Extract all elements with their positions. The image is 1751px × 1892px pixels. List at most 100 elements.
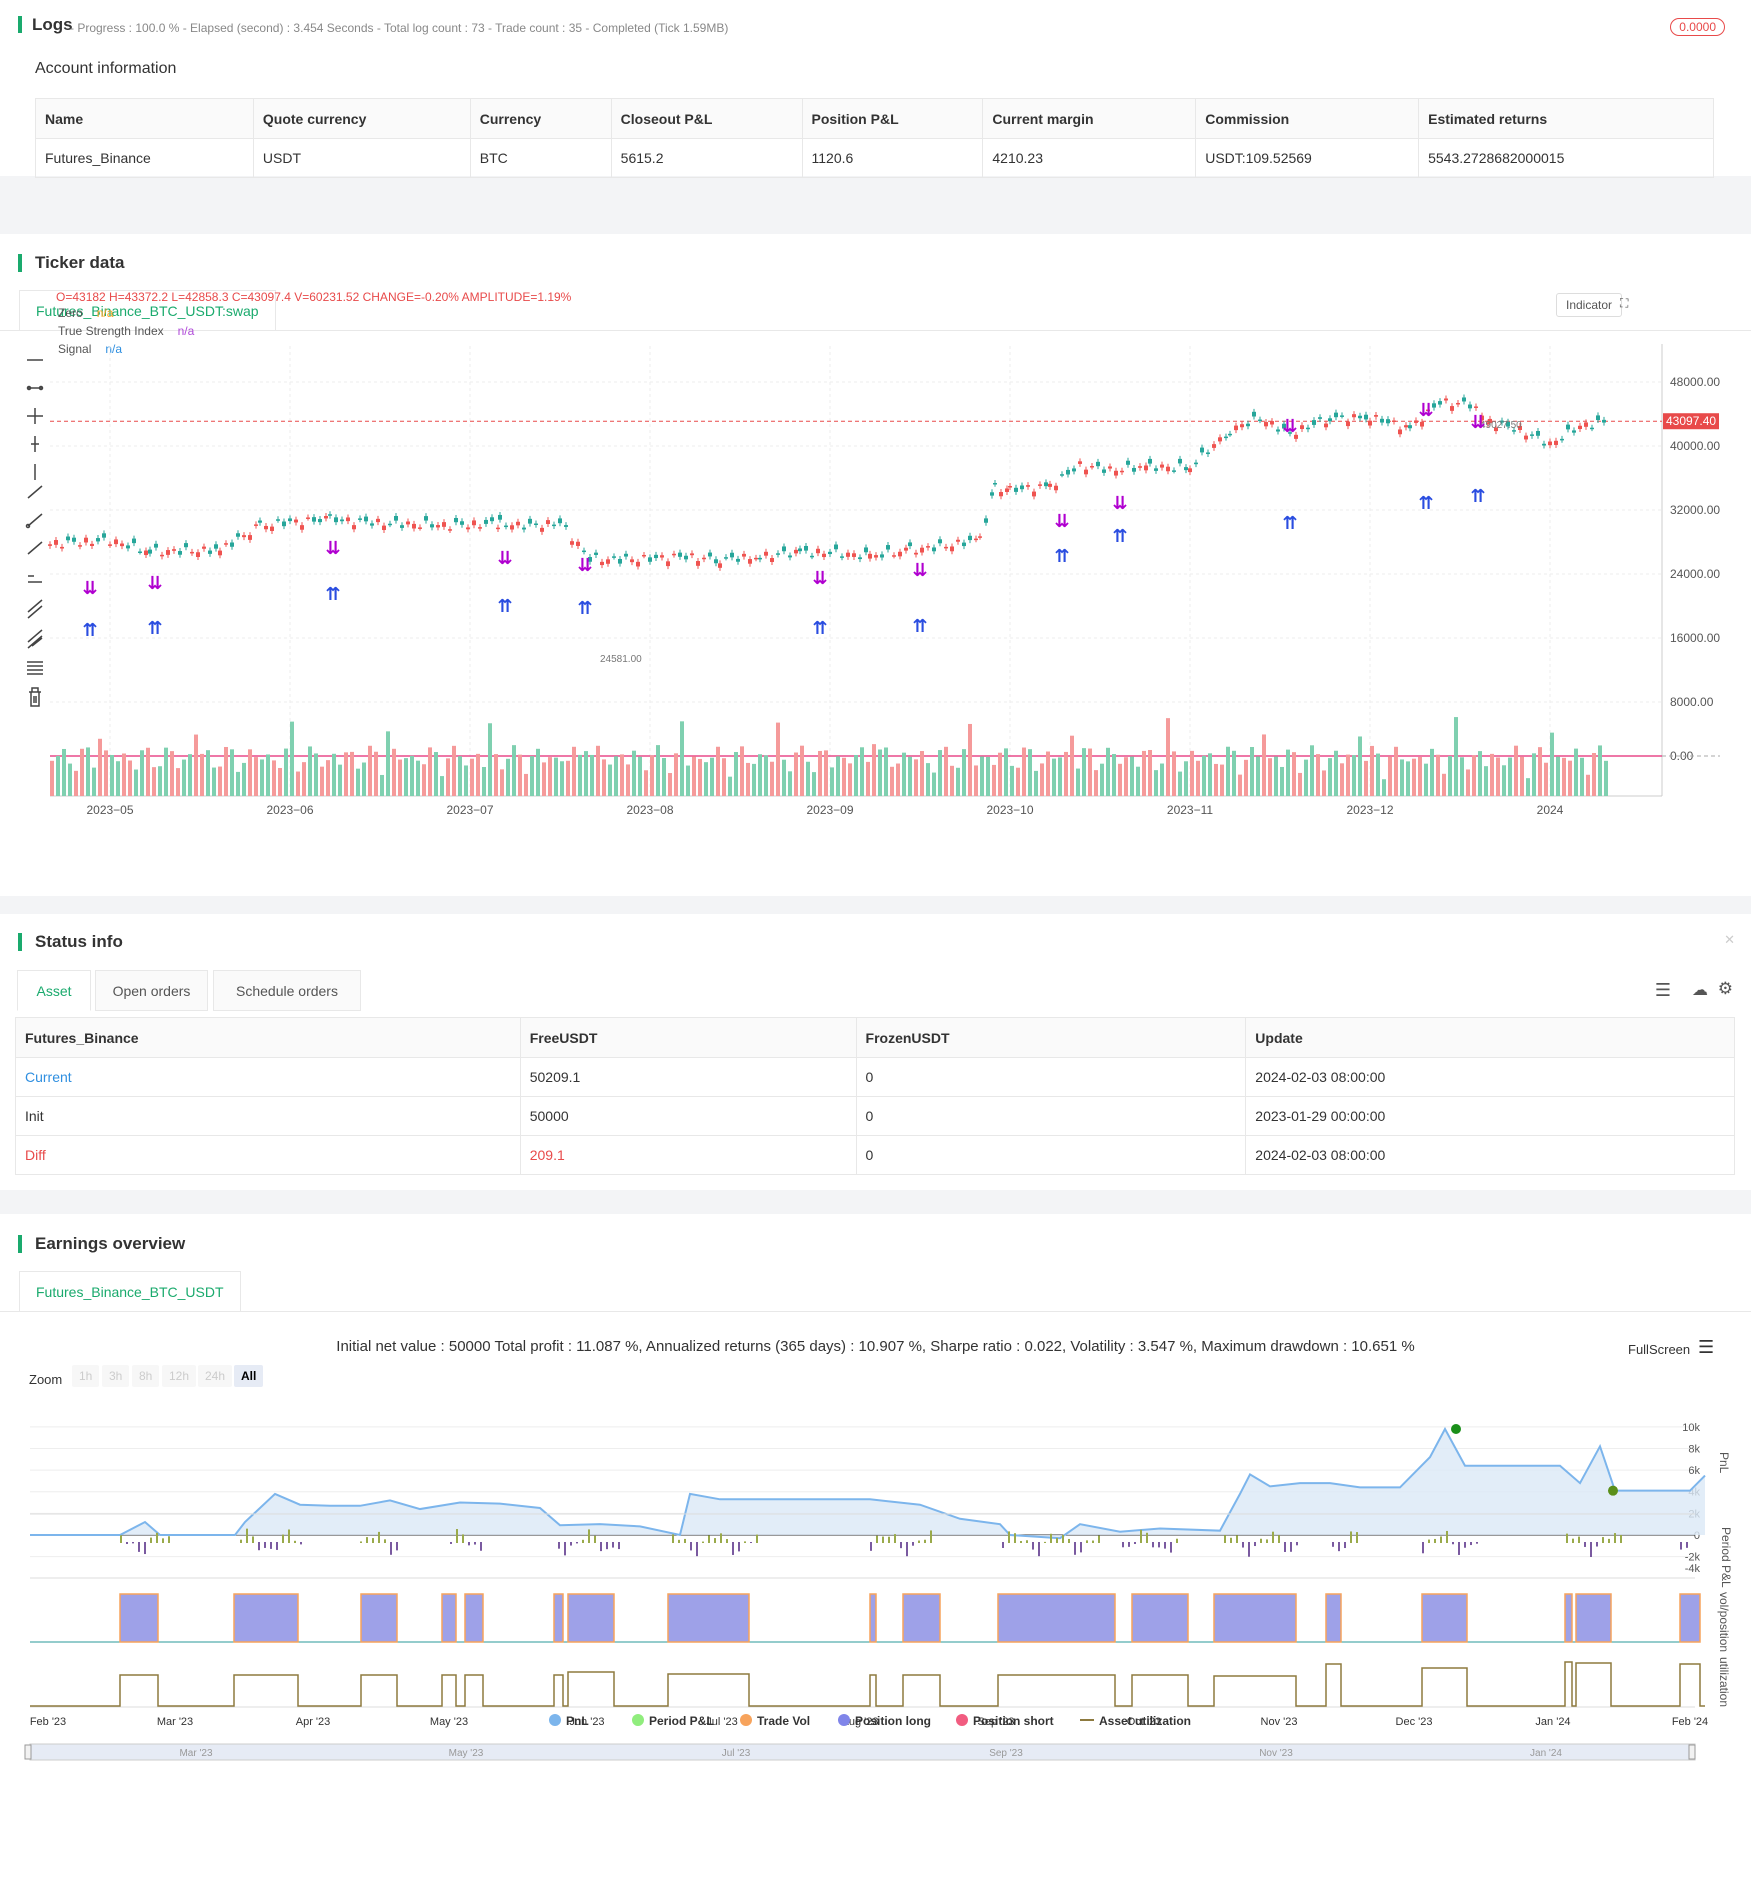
account-cell: 5543.2728682000015 <box>1418 138 1714 178</box>
volume-bar <box>146 747 150 796</box>
ticker-title: Ticker data <box>18 254 124 272</box>
zoom-12h[interactable]: 12h <box>162 1365 197 1387</box>
period-bar <box>726 1539 728 1543</box>
candle <box>990 492 994 496</box>
candle <box>1212 444 1216 448</box>
volume-bar <box>1202 755 1206 796</box>
zoom-3h[interactable]: 3h <box>102 1365 130 1387</box>
volume-bar <box>1220 764 1224 796</box>
earnings-chart[interactable]: 10k8k6k4k2k0-2kPnLPeriod P&L-4kvol/posit… <box>0 1392 1751 1892</box>
fullscreen-button[interactable]: FullScreen <box>1628 1342 1690 1357</box>
volume-bar <box>1196 760 1200 796</box>
volume-bar <box>728 776 732 796</box>
price-chart[interactable]: 56000.0048000.0040000.0032000.0024000.00… <box>0 344 1751 819</box>
zoom-All[interactable]: All <box>234 1365 264 1387</box>
asset-cell: 0 <box>855 1057 1247 1097</box>
cloud-upload-icon[interactable]: ☁ <box>1692 980 1708 1000</box>
close-marker: ⇊ <box>1054 511 1069 531</box>
volume-bar <box>1088 748 1092 796</box>
volume-bar <box>1208 753 1212 796</box>
volume-bar <box>1082 748 1086 796</box>
candle <box>724 557 728 559</box>
volume-bar <box>908 756 912 796</box>
tab-open-orders[interactable]: Open orders <box>95 970 208 1011</box>
volume-bar <box>368 745 372 796</box>
volume-bar <box>206 750 210 796</box>
volume-bar <box>248 749 252 796</box>
navigator-tick: May '23 <box>449 1748 484 1759</box>
candle <box>436 525 440 528</box>
candle <box>306 517 310 519</box>
candle <box>654 554 658 559</box>
volume-bar <box>1400 759 1404 796</box>
zoom-24h[interactable]: 24h <box>198 1365 233 1387</box>
earnings-legend-label: Trade Vol <box>757 1714 810 1728</box>
candle <box>340 519 344 522</box>
period-bar <box>756 1534 758 1543</box>
account-cell: Futures_Binance <box>35 138 254 178</box>
position-long-block <box>869 1593 877 1643</box>
volume-bar <box>1118 763 1122 796</box>
navigator-handle-right <box>1688 1744 1696 1760</box>
zoom-1h[interactable]: 1h <box>72 1365 100 1387</box>
candle <box>1258 419 1262 422</box>
tab-schedule-orders[interactable]: Schedule orders <box>213 970 361 1011</box>
period-bar <box>690 1542 692 1551</box>
candle <box>1218 437 1222 442</box>
candle <box>218 550 222 556</box>
long-marker: ⇈ <box>912 616 927 636</box>
gear-icon[interactable]: ⚙ <box>1718 979 1733 999</box>
volume-bar <box>446 758 450 796</box>
candle <box>1120 470 1124 473</box>
indicator-button[interactable]: Indicator <box>1556 293 1623 317</box>
period-bar <box>720 1533 722 1543</box>
date-tick: 2023−06 <box>266 803 313 817</box>
close-icon[interactable]: ✕ <box>1724 932 1735 948</box>
volume-bar <box>1070 735 1074 796</box>
volume-bar <box>332 753 336 796</box>
asset-cell: 209.1 <box>519 1135 857 1175</box>
list-icon[interactable]: ☰ <box>1655 980 1671 1001</box>
long-marker: ⇈ <box>147 618 162 638</box>
period-bar <box>900 1542 902 1549</box>
tab-divider <box>0 1311 1751 1312</box>
candle <box>72 537 76 542</box>
candle <box>1596 415 1600 421</box>
period-bar <box>1038 1542 1040 1557</box>
volume-bar <box>1022 747 1026 796</box>
volume-bar <box>482 766 486 796</box>
candle <box>1005 488 1009 492</box>
zoom-8h[interactable]: 8h <box>132 1365 160 1387</box>
candle <box>1166 466 1170 472</box>
candle <box>1404 425 1408 428</box>
candle <box>1184 467 1188 471</box>
volume-bar <box>1250 747 1254 796</box>
period-bar <box>468 1542 470 1546</box>
candle <box>956 539 960 542</box>
period-bar <box>1458 1542 1460 1555</box>
period-bar <box>276 1542 278 1550</box>
volume-bar <box>1544 762 1548 796</box>
candle <box>684 555 688 560</box>
period-bar <box>1566 1533 1568 1543</box>
volume-bar <box>554 757 558 796</box>
earnings-date-tick: Apr '23 <box>296 1716 331 1728</box>
period-bar <box>294 1540 296 1543</box>
volume-bar <box>950 765 954 796</box>
candle <box>496 527 500 530</box>
period-bar <box>150 1537 152 1543</box>
volume-bar <box>356 768 360 796</box>
volume-bar <box>1160 763 1164 796</box>
volume-bar <box>1418 757 1422 796</box>
volume-bar <box>1238 774 1242 796</box>
candle <box>144 550 148 556</box>
volume-bar <box>1592 752 1596 796</box>
tab-earnings-symbol[interactable]: Futures_Binance_BTC_USDT <box>19 1271 241 1312</box>
period-bar <box>1614 1533 1616 1543</box>
volume-bar <box>1376 753 1380 796</box>
tab-asset[interactable]: Asset <box>17 970 91 1011</box>
candle <box>466 527 470 530</box>
candle <box>926 546 930 548</box>
menu-icon[interactable]: ☰ <box>1698 1337 1714 1358</box>
expand-icon[interactable]: ⛶ <box>1620 296 1628 311</box>
